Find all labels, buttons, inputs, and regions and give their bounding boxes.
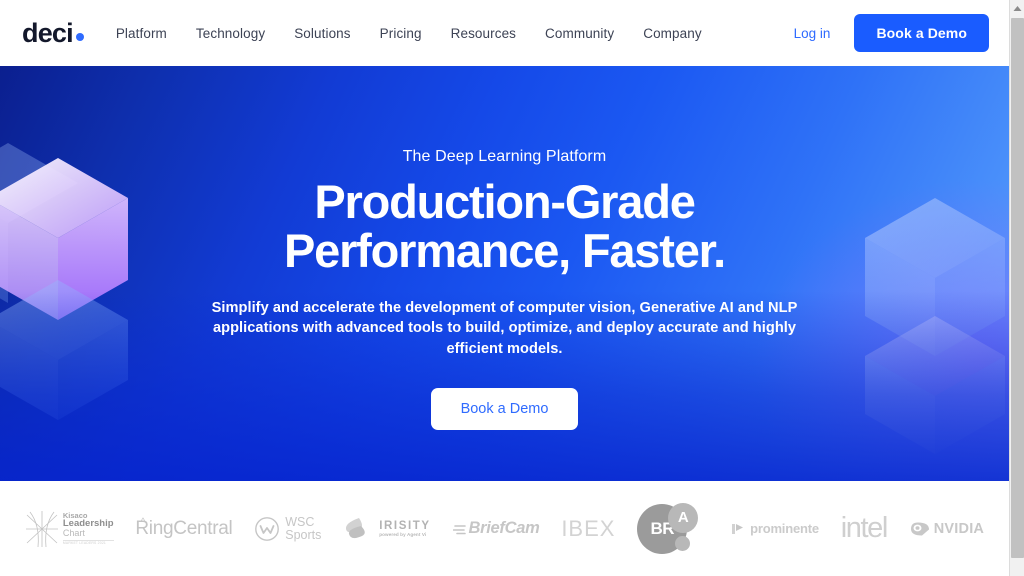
kisaco-line4: MARKET LEADERS 2021 bbox=[62, 539, 114, 546]
book-demo-button-header[interactable]: Book a Demo bbox=[854, 14, 989, 52]
nav-item-platform[interactable]: Platform bbox=[116, 26, 167, 41]
hero-subheading: Simplify and accelerate the development … bbox=[211, 299, 798, 358]
nav-item-technology[interactable]: Technology bbox=[196, 26, 265, 41]
nvidia-label: NVIDIA bbox=[933, 520, 985, 537]
logo-prominente: prominente bbox=[720, 499, 830, 559]
speed-lines-icon bbox=[452, 524, 466, 534]
nvidia-eye-icon bbox=[910, 522, 929, 535]
logo-irisity: IRISITY powered by Agent Vi bbox=[332, 499, 441, 559]
browser-page: deci Platform Technology Solutions Prici… bbox=[0, 0, 1024, 576]
hero-headline-line1: Production-Grade bbox=[314, 175, 696, 228]
hero-section: The Deep Learning Platform Production-Gr… bbox=[0, 66, 1009, 481]
intel-label: intel bbox=[840, 512, 889, 544]
wsc-line2: Sports bbox=[285, 527, 322, 542]
nav-item-community[interactable]: Community bbox=[545, 26, 614, 41]
hero-content: The Deep Learning Platform Production-Gr… bbox=[0, 66, 1009, 430]
starburst-icon bbox=[25, 510, 58, 547]
nav-item-solutions[interactable]: Solutions bbox=[294, 26, 350, 41]
book-demo-button-hero[interactable]: Book a Demo bbox=[430, 387, 579, 430]
logo-kisaco: Kisaco Leadership Chart MARKET LEADERS 2… bbox=[14, 499, 125, 559]
nav-item-resources[interactable]: Resources bbox=[451, 26, 516, 41]
ringcentral-label: RingCentral bbox=[135, 517, 233, 539]
play-flag-icon bbox=[732, 523, 744, 534]
nav-item-pricing[interactable]: Pricing bbox=[380, 26, 422, 41]
bra-accent-label: A bbox=[677, 509, 689, 526]
ibex-label: IBEX bbox=[561, 515, 616, 541]
caret-accent-icon: ^ bbox=[140, 515, 145, 526]
irisity-tagline: powered by Agent Vi bbox=[379, 532, 427, 538]
petal-swoosh-icon bbox=[346, 517, 365, 538]
customer-logo-strip: Kisaco Leadership Chart MARKET LEADERS 2… bbox=[0, 481, 1009, 576]
scrollbar-thumb[interactable] bbox=[1011, 18, 1024, 558]
kisaco-line3: Chart bbox=[62, 527, 85, 538]
nav-actions: Log in Book a Demo bbox=[794, 14, 989, 52]
logo-nvidia: NVIDIA bbox=[898, 499, 995, 559]
circle-w-icon bbox=[255, 516, 280, 541]
logo-wsc-sports: WSC Sports bbox=[243, 499, 332, 559]
top-navigation-bar: deci Platform Technology Solutions Prici… bbox=[0, 0, 1009, 66]
circle-dot-icon bbox=[75, 32, 84, 41]
logo-bra: BR A bbox=[626, 499, 720, 559]
logo-intel: intel bbox=[830, 499, 898, 559]
page-viewport: deci Platform Technology Solutions Prici… bbox=[0, 0, 1009, 576]
prominente-label: prominente bbox=[750, 521, 819, 536]
hero-headline-line2: Performance, Faster. bbox=[284, 223, 726, 277]
briefcam-label: BriefCam bbox=[468, 519, 540, 537]
logo-ibex: IBEX bbox=[550, 499, 626, 559]
deci-logo[interactable]: deci bbox=[22, 17, 84, 48]
hero-headline: Production-Grade Performance, Faster. bbox=[0, 175, 1009, 277]
logo-ringcentral: ^ RingCentral bbox=[124, 499, 243, 559]
logo-wordmark: deci bbox=[22, 17, 74, 48]
nav-item-company[interactable]: Company bbox=[643, 26, 701, 41]
irisity-label: IRISITY bbox=[379, 519, 431, 532]
login-link[interactable]: Log in bbox=[794, 26, 831, 41]
logo-briefcam: BriefCam bbox=[442, 499, 551, 559]
bra-accent-circle: A bbox=[668, 502, 699, 533]
wsc-line1: WSC bbox=[285, 515, 315, 529]
scroll-up-arrow-icon[interactable] bbox=[1010, 0, 1024, 16]
browser-scrollbar[interactable] bbox=[1009, 0, 1024, 576]
primary-nav-links: Platform Technology Solutions Pricing Re… bbox=[116, 26, 702, 41]
hero-eyebrow: The Deep Learning Platform bbox=[402, 148, 607, 165]
bra-dot-icon bbox=[675, 535, 691, 551]
